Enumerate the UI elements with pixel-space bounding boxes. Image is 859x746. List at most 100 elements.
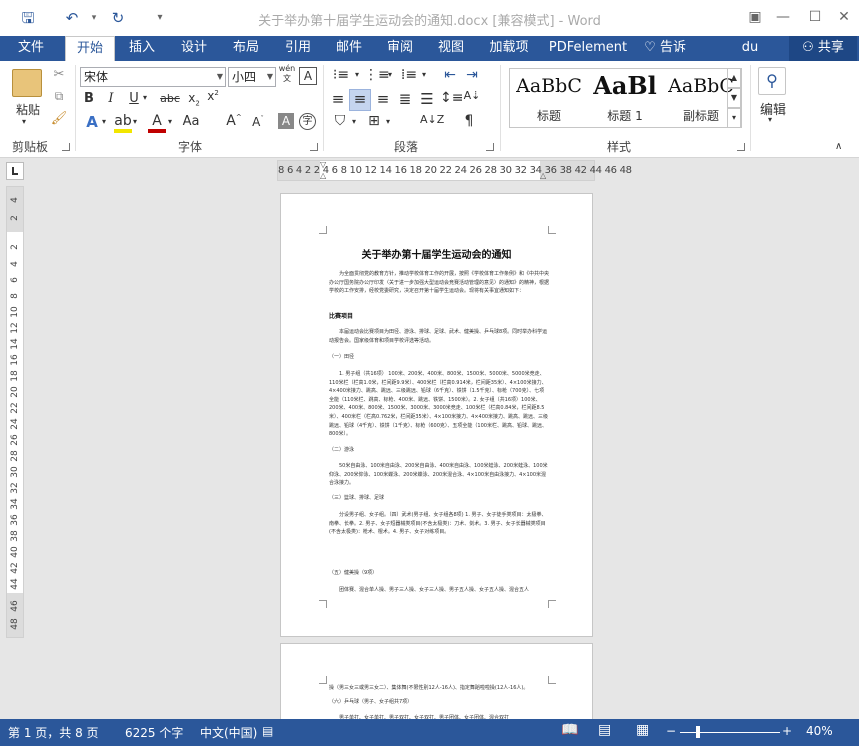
paragraph-launcher-icon[interactable] (486, 143, 494, 151)
character-shading-icon[interactable]: A (278, 113, 294, 129)
collapse-ribbon-icon[interactable]: ∧ (835, 141, 842, 152)
character-border-icon[interactable]: A (299, 67, 317, 85)
zoom-level[interactable]: 40% (806, 724, 833, 738)
numbering-dropdown-icon[interactable]: ▾ (388, 70, 392, 79)
borders-dropdown-icon[interactable]: ▾ (386, 117, 390, 126)
styles-launcher-icon[interactable] (737, 143, 745, 151)
first-line-indent-marker[interactable]: ▽ (320, 160, 326, 169)
style-heading1[interactable]: AaBl 标题 1 (588, 69, 662, 127)
editing-button[interactable]: 编辑 (755, 99, 791, 118)
grow-font-icon[interactable]: A^ (226, 113, 242, 129)
underline-dropdown-icon[interactable]: ▾ (143, 93, 147, 102)
tab-design[interactable]: 设计 (172, 36, 216, 61)
tab-selector[interactable] (6, 162, 24, 180)
user-name[interactable]: du siming (720, 36, 780, 79)
maximize-button[interactable]: ☐ (800, 6, 830, 28)
show-marks-icon[interactable]: ¶ (460, 113, 478, 129)
superscript-icon[interactable]: x2 (205, 89, 221, 103)
share-button[interactable]: ⚇ 共享 (789, 36, 857, 61)
clipboard-launcher-icon[interactable] (62, 143, 70, 151)
tab-review[interactable]: 审阅 (378, 36, 422, 61)
zoom-out-icon[interactable]: − (666, 724, 676, 738)
subscript-icon[interactable]: x2 (186, 91, 202, 107)
styles-scroll-up-icon[interactable]: ▲ (727, 68, 741, 88)
editing-dropdown-icon[interactable]: ▾ (768, 115, 772, 124)
bold-icon[interactable]: B (82, 91, 96, 106)
document-page-2[interactable]: 操（男三女三或男三女二）、集体舞(不限性别12人-16人)、指定舞蹈啦啦操(12… (280, 643, 593, 723)
tab-pdfelement[interactable]: PDFelement (548, 36, 628, 61)
macro-icon[interactable]: ▤ (262, 724, 273, 738)
copy-icon[interactable]: ⧉ (50, 89, 68, 104)
bullets-dropdown-icon[interactable]: ▾ (355, 70, 359, 79)
document-page-1[interactable]: 关于举办第十届学生运动会的通知 为全面贯彻党的教育方针，推动学校体育工作的开展，… (280, 193, 593, 637)
distributed-icon[interactable]: ☰ (417, 90, 437, 108)
highlight-color-icon[interactable]: ab (114, 113, 132, 133)
zoom-slider-thumb[interactable] (696, 726, 700, 738)
shading-dropdown-icon[interactable]: ▾ (352, 117, 356, 126)
tab-insert[interactable]: 插入 (120, 36, 164, 61)
tab-layout[interactable]: 布局 (224, 36, 268, 61)
font-color-dropdown-icon[interactable]: ▾ (168, 117, 172, 126)
tab-home[interactable]: 开始 (65, 36, 115, 62)
multilevel-dropdown-icon[interactable]: ▾ (422, 70, 426, 79)
borders-icon[interactable]: ⊞ (364, 113, 384, 129)
enclose-characters-icon[interactable]: 字 (299, 113, 316, 130)
vertical-ruler[interactable]: 4 2 2 4 6 8 10 12 14 16 18 20 22 24 26 2… (6, 186, 24, 638)
style-title[interactable]: AaBbC 标题 (512, 69, 586, 127)
underline-icon[interactable]: U (126, 91, 142, 106)
bullets-icon[interactable]: ⁝≡ (330, 67, 352, 83)
strikethrough-icon[interactable]: abc (159, 92, 181, 105)
increase-indent-icon[interactable]: ⇥ (462, 67, 482, 83)
shading-icon[interactable]: ⛉ (330, 113, 350, 129)
zoom-in-icon[interactable]: + (782, 724, 792, 738)
lightbulb-icon[interactable]: ♡ (640, 36, 660, 61)
minimize-button[interactable]: — (768, 6, 798, 28)
web-layout-icon[interactable]: ▦ (636, 722, 649, 738)
phonetic-guide-icon[interactable]: wén 文 (278, 64, 296, 84)
italic-icon[interactable]: I (104, 91, 118, 106)
sort-icon[interactable]: A↓Z (420, 113, 444, 126)
tab-mailings[interactable]: 邮件 (327, 36, 371, 61)
styles-scroll-down-icon[interactable]: ▼ (727, 88, 741, 108)
shrink-font-icon[interactable]: Aˇ (250, 115, 266, 129)
language-indicator[interactable]: 中文(中国) (200, 724, 257, 741)
print-layout-icon[interactable]: ▤ (598, 722, 611, 738)
hanging-indent-marker[interactable]: △ (320, 171, 326, 180)
paste-button[interactable]: 粘贴 (12, 101, 44, 118)
align-left-icon[interactable]: ≡ (328, 90, 348, 108)
word-count[interactable]: 6225 个字 (125, 724, 183, 741)
multilevel-list-icon[interactable]: ⁞≡ (398, 67, 420, 83)
vertical-scrollbar[interactable] (842, 186, 859, 719)
font-launcher-icon[interactable] (310, 143, 318, 151)
line-spacing-icon[interactable]: ↕≡ (440, 90, 463, 106)
page-count[interactable]: 第 1 页，共 8 页 (8, 724, 99, 741)
ribbon-display-options-icon[interactable]: ▣ (740, 6, 770, 28)
text-effects-icon[interactable]: A (82, 113, 102, 131)
cut-icon[interactable]: ✂ (50, 67, 68, 82)
chinese-layout-icon[interactable]: A⇣ (462, 89, 482, 102)
text-effects-dropdown-icon[interactable]: ▾ (102, 117, 106, 126)
tab-view[interactable]: 视图 (429, 36, 473, 61)
change-case-icon[interactable]: Aa (180, 114, 202, 129)
align-center-icon[interactable]: ≡ (349, 89, 371, 111)
tab-addins[interactable]: 加载项 (484, 36, 534, 61)
format-painter-icon[interactable]: 🖌 (50, 111, 68, 126)
search-icon[interactable]: ⚲ (758, 67, 786, 95)
font-size-combo[interactable]: 小四 ▼ (228, 67, 276, 87)
align-right-icon[interactable]: ≡ (373, 90, 393, 108)
paste-dropdown-icon[interactable]: ▾ (22, 117, 26, 126)
numbering-icon[interactable]: ⋮≡ (364, 67, 390, 83)
tell-me-box[interactable]: 告诉我... (660, 36, 710, 79)
paste-icon[interactable] (12, 69, 42, 97)
styles-more-icon[interactable]: ▾ (727, 108, 741, 128)
close-button[interactable]: ✕ (829, 6, 859, 28)
font-color-icon[interactable]: A (148, 113, 166, 133)
font-name-combo[interactable]: 宋体 ▼ (80, 67, 226, 87)
tab-file[interactable]: 文件 (0, 36, 62, 61)
decrease-indent-icon[interactable]: ⇤ (440, 67, 460, 83)
justify-icon[interactable]: ≣ (395, 90, 415, 108)
horizontal-ruler[interactable]: 8 6 4 2 2 4 6 8 10 12 14 16 18 20 22 24 … (277, 160, 632, 181)
tab-references[interactable]: 引用 (276, 36, 320, 61)
highlight-dropdown-icon[interactable]: ▾ (133, 117, 137, 126)
zoom-slider[interactable] (680, 732, 780, 733)
